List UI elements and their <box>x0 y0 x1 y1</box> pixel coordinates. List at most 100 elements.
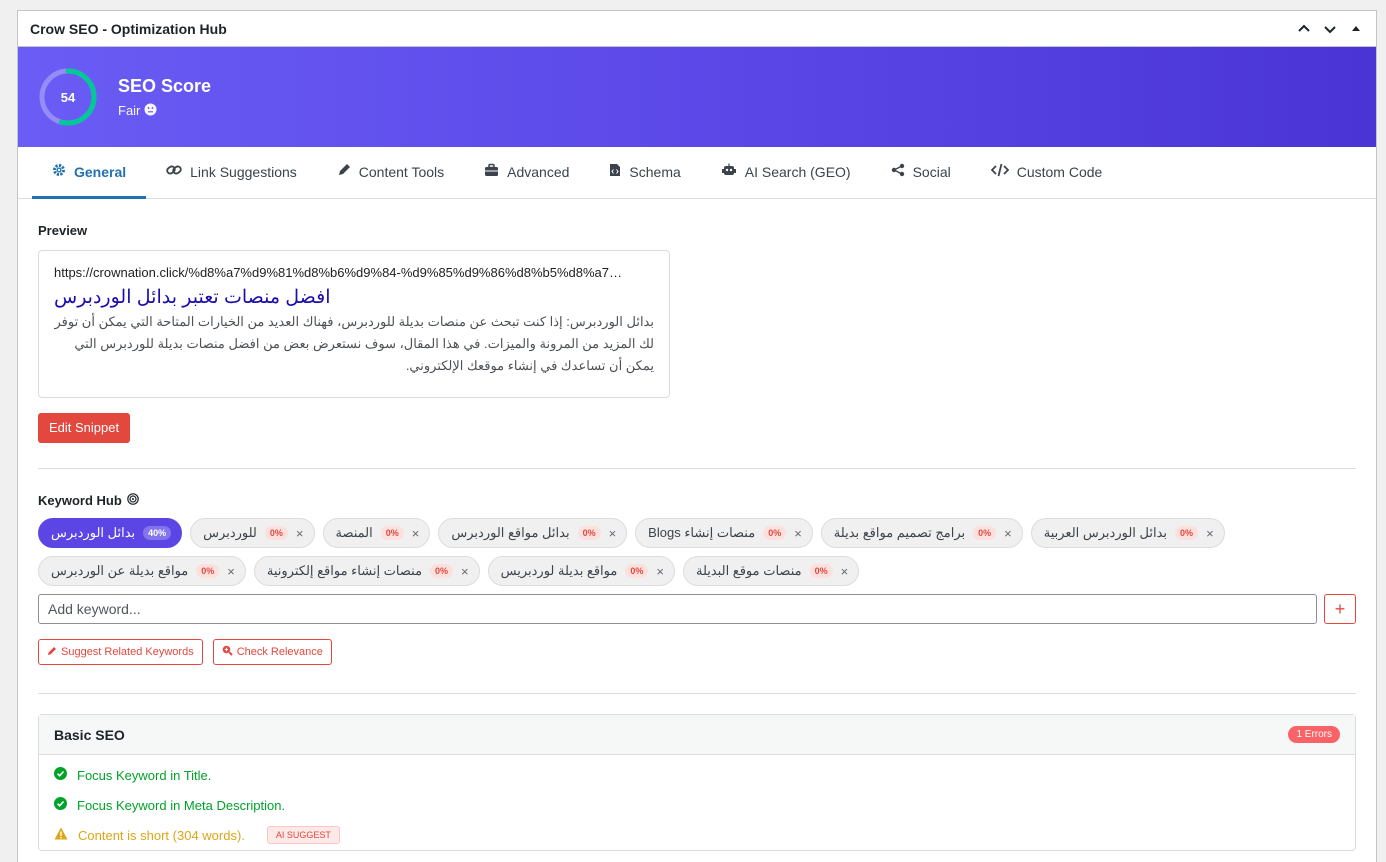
link-icon <box>166 163 182 180</box>
preview-title[interactable]: افضل منصات تعتبر بدائل الوردبرس <box>54 286 654 309</box>
remove-keyword-icon[interactable]: × <box>841 564 849 579</box>
errors-badge: 1 Errors <box>1288 726 1340 743</box>
remove-keyword-icon[interactable]: × <box>794 526 802 541</box>
tab-schema[interactable]: Schema <box>589 147 700 199</box>
tab-label: Social <box>912 163 951 180</box>
keyword-input-row: + <box>38 594 1356 624</box>
tab-link-suggestions[interactable]: Link Suggestions <box>146 147 317 199</box>
keyword-text: بدائل الوردبرس العربية <box>1043 525 1168 540</box>
check-item: Focus Keyword in Meta Description. <box>39 790 1355 820</box>
keyword-score-badge: 0% <box>380 526 404 540</box>
check-item: Focus Keyword in Title. <box>39 760 1355 790</box>
pen-icon <box>337 163 351 180</box>
keyword-score-badge: 0% <box>577 526 601 540</box>
tab-label: Schema <box>629 163 681 180</box>
score-banner: 54 SEO Score Fair <box>18 47 1376 147</box>
keyword-chip[interactable]: بدائل الوردبرس 40% <box>38 518 183 548</box>
keyword-text: برامج تصميم مواقع بديلة <box>833 525 966 540</box>
remove-keyword-icon[interactable]: × <box>656 564 664 579</box>
keyword-text: مواقع بديلة لوردبريس <box>500 563 618 578</box>
basic-seo-title: Basic SEO <box>54 726 125 743</box>
move-up-icon[interactable] <box>1296 21 1312 37</box>
edit-snippet-button[interactable]: Edit Snippet <box>38 413 131 443</box>
keyword-chip[interactable]: المنصة 0% × <box>322 518 431 548</box>
collapse-toggle-icon[interactable] <box>1348 21 1364 37</box>
keyword-chip[interactable]: منصات إنشاء مواقع إلكترونية 0% × <box>253 556 480 586</box>
preview-url: https://crownation.click/%d8%a7%d9%81%d8… <box>54 265 623 280</box>
keyword-chip[interactable]: مواقع بديلة لوردبريس 0% × <box>487 556 675 586</box>
tab-general[interactable]: General <box>32 147 147 199</box>
general-tab-content: Preview https://crownation.click/%d8%a7%… <box>18 223 1376 851</box>
remove-keyword-icon[interactable]: × <box>227 564 235 579</box>
share-icon <box>891 163 905 180</box>
warning-triangle-icon <box>54 827 68 843</box>
remove-keyword-icon[interactable]: × <box>296 526 304 541</box>
add-keyword-input[interactable] <box>38 594 1318 624</box>
tab-label: Advanced <box>507 163 570 180</box>
tab-bar: General Link Suggestions Content Tools A… <box>18 147 1376 199</box>
keyword-chip[interactable]: مواقع بديلة عن الوردبرس 0% × <box>38 556 246 586</box>
tab-label: Link Suggestions <box>190 163 297 180</box>
remove-keyword-icon[interactable]: × <box>609 526 617 541</box>
keyword-text: بدائل مواقع الوردبرس <box>451 525 570 540</box>
tab-label: General <box>74 163 127 180</box>
move-down-icon[interactable] <box>1322 21 1338 37</box>
divider <box>38 468 1356 469</box>
remove-keyword-icon[interactable]: × <box>1004 526 1012 541</box>
keyword-text: مواقع بديلة عن الوردبرس <box>51 563 189 578</box>
remove-keyword-icon[interactable]: × <box>461 564 469 579</box>
keyword-text: للوردبرس <box>203 525 257 540</box>
search-plus-icon <box>222 645 233 659</box>
ai-suggest-button[interactable]: AI SUGGEST <box>266 826 340 844</box>
check-relevance-button[interactable]: Check Relevance <box>212 639 332 665</box>
remove-keyword-icon[interactable]: × <box>412 526 420 541</box>
tab-custom-code[interactable]: Custom Code <box>971 147 1123 199</box>
score-value: 54 <box>60 89 76 105</box>
suggest-keywords-label: Suggest Related Keywords <box>61 646 194 658</box>
keyword-chip[interactable]: منصات إنشاء Blogs 0% × <box>635 518 813 548</box>
seo-panel: Crow SEO - Optimization Hub 54 SEO Score <box>17 10 1377 862</box>
keyword-score-badge: 0% <box>809 564 833 578</box>
remove-keyword-icon[interactable]: × <box>1206 526 1214 541</box>
basic-seo-header[interactable]: Basic SEO 1 Errors <box>39 715 1355 755</box>
tab-label: Custom Code <box>1016 163 1103 180</box>
tab-label: AI Search (GEO) <box>744 163 851 180</box>
keyword-hub-heading: Keyword Hub <box>38 493 1356 508</box>
check-text: Focus Keyword in Meta Description. <box>77 797 286 813</box>
neutral-face-icon <box>144 103 157 119</box>
tab-advanced[interactable]: Advanced <box>464 147 589 199</box>
preview-label: Preview <box>38 223 88 238</box>
tab-label: Content Tools <box>358 163 445 180</box>
suggest-keywords-button[interactable]: Suggest Related Keywords <box>38 639 203 665</box>
score-title: SEO Score <box>118 75 212 96</box>
keyword-chip[interactable]: بدائل الوردبرس العربية 0% × <box>1030 518 1225 548</box>
panel-title: Crow SEO - Optimization Hub <box>30 20 227 37</box>
keyword-hub-label: Keyword Hub <box>38 493 122 508</box>
keyword-chip[interactable]: برامج تصميم مواقع بديلة 0% × <box>820 518 1023 548</box>
keyword-text: منصات موقع البديلة <box>695 563 802 578</box>
tab-ai-search[interactable]: AI Search (GEO) <box>701 147 871 199</box>
tab-social[interactable]: Social <box>871 147 971 199</box>
keyword-score-badge: 0% <box>430 564 454 578</box>
keyword-score-badge: 0% <box>625 564 649 578</box>
keyword-text: منصات إنشاء مواقع إلكترونية <box>266 563 423 578</box>
divider <box>38 693 1356 694</box>
check-text: Focus Keyword in Title. <box>77 767 212 783</box>
add-keyword-button[interactable]: + <box>1324 594 1356 624</box>
keyword-score-badge: 40% <box>143 526 172 540</box>
keyword-score-badge: 0% <box>1175 526 1199 540</box>
panel-controls <box>1296 21 1364 37</box>
keyword-chip[interactable]: منصات موقع البديلة 0% × <box>682 556 860 586</box>
check-text: Content is short (304 words). <box>78 827 245 843</box>
tab-content-tools[interactable]: Content Tools <box>317 147 464 199</box>
keyword-text: المنصة <box>335 525 373 540</box>
pencil-icon <box>47 646 57 659</box>
keyword-text: منصات إنشاء Blogs <box>648 525 756 540</box>
score-ring: 54 <box>38 67 98 127</box>
keyword-chip[interactable]: للوردبرس 0% × <box>190 518 315 548</box>
check-circle-icon <box>54 797 67 813</box>
basic-seo-checklist: Focus Keyword in Title. Focus Keyword in… <box>39 755 1355 850</box>
check-item: Content is short (304 words). AI SUGGEST <box>39 820 1355 850</box>
keyword-actions: Suggest Related Keywords Check Relevance <box>38 639 1356 665</box>
keyword-chip[interactable]: بدائل مواقع الوردبرس 0% × <box>438 518 628 548</box>
